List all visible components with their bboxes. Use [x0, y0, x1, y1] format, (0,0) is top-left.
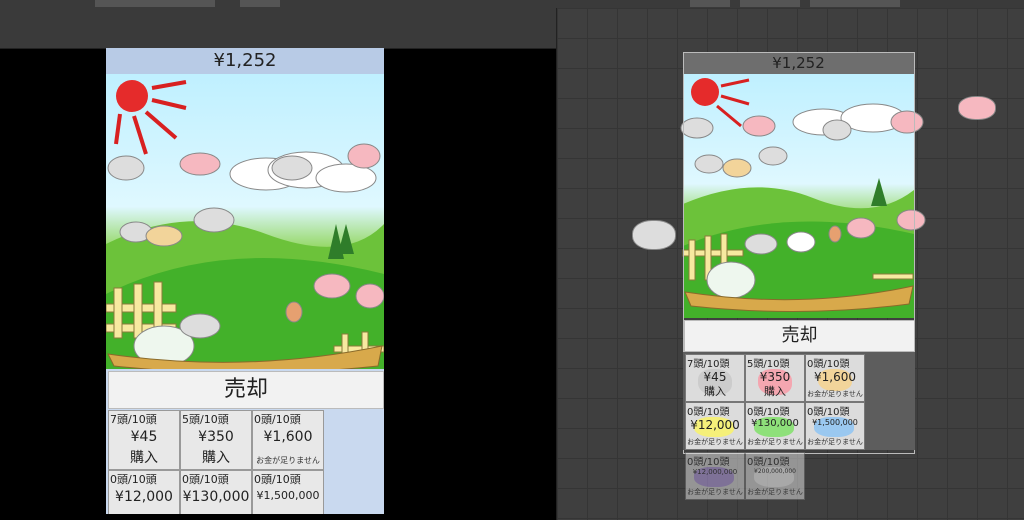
shop-item-price: ¥350: [198, 429, 234, 445]
shop-item-price: ¥1,600: [263, 429, 313, 445]
shop-item-price: ¥200,000,000: [754, 468, 796, 475]
scene-shop-item[interactable]: 7頭/10頭 ¥45 購入: [685, 354, 745, 402]
scene-shop-grid: 7頭/10頭 ¥45 購入 5頭/10頭 ¥350 購入 0頭/10頭 ¥1,6…: [683, 352, 915, 450]
money-display: ¥1,252: [106, 48, 384, 74]
shop-item-lemon-sheep[interactable]: 0頭/10頭 ¥12,000: [108, 470, 180, 514]
shop-item-price: ¥12,000: [690, 418, 740, 432]
pink-sheep-icon: [313, 273, 351, 299]
shop-item-price: ¥12,000,000: [692, 468, 738, 476]
shop-item-price: ¥12,000: [115, 489, 173, 505]
shop-item-count: 0頭/10頭: [687, 407, 730, 418]
toolbar-control[interactable]: [95, 0, 215, 7]
shop-item-pink-sheep[interactable]: 5頭/10頭 ¥350 購入: [180, 410, 252, 470]
shop-item-count: 0頭/10頭: [687, 457, 730, 468]
shop-item-action: お金が足りません: [807, 390, 863, 398]
dog-icon: [285, 301, 303, 323]
pasture-field[interactable]: [106, 74, 384, 369]
white-sheep-icon: [193, 207, 235, 233]
shop-item-action: お金が足りません: [687, 438, 743, 446]
white-sheep-icon: [107, 155, 145, 181]
scene-shop-item[interactable]: 5頭/10頭 ¥350 購入: [745, 354, 805, 402]
scene-shop-item[interactable]: 0頭/10頭 ¥12,000 お金が足りません: [685, 402, 745, 450]
shop-item-price: ¥1,500,000: [812, 418, 858, 427]
scene-shop-item-overflow[interactable]: 0頭/10頭 ¥200,000,000 お金が足りません: [745, 452, 805, 500]
shop-item-action: お金が足りません: [747, 438, 803, 446]
pink-sheep-icon: [347, 143, 381, 169]
tree-icon: [338, 224, 354, 254]
sun-icon: [116, 80, 148, 112]
scene-shop-item[interactable]: 0頭/10頭 ¥130,000 お金が足りません: [745, 402, 805, 450]
shop-item-price: ¥350: [759, 370, 791, 384]
shop-item-count: 0頭/10頭: [182, 473, 229, 486]
shop-item-count: 0頭/10頭: [747, 407, 790, 418]
shop-item-green-sheep[interactable]: 0頭/10頭 ¥130,000: [180, 470, 252, 514]
shop-item-count: 7頭/10頭: [110, 413, 157, 426]
pasture-illustration: [106, 80, 384, 369]
offscreen-pink-sheep-icon[interactable]: [958, 96, 996, 120]
shop-item-action: お金が足りません: [256, 456, 320, 465]
sell-button[interactable]: 売却: [108, 371, 384, 409]
shop-item-count: 0頭/10頭: [254, 473, 301, 486]
scene-shop-item-overflow[interactable]: 0頭/10頭 ¥12,000,000 お金が足りません: [685, 452, 745, 500]
yellow-sheep-icon: [145, 225, 183, 247]
shop-item-action: お金が足りません: [807, 438, 863, 446]
white-sheep-icon: [179, 313, 221, 339]
shop-item-count: 0頭/10頭: [807, 359, 850, 370]
shop-item-count: 7頭/10頭: [687, 359, 730, 370]
shop-item-action: 購入: [764, 385, 786, 398]
shop-item-price: ¥1,600: [814, 370, 856, 384]
shop-item-action: 購入: [202, 450, 230, 466]
pink-sheep-icon: [355, 283, 384, 309]
shop-item-count: 5頭/10頭: [747, 359, 790, 370]
game-view-header: [0, 8, 556, 49]
shop-item-price: ¥45: [703, 370, 727, 384]
shop-item-count: 5頭/10頭: [182, 413, 229, 426]
shop-item-count: 0頭/10頭: [254, 413, 301, 426]
toolbar-control[interactable]: [810, 0, 900, 7]
shop-item-action: 購入: [130, 450, 158, 466]
shop-item-count: 0頭/10頭: [807, 407, 850, 418]
scene-shop-item[interactable]: 0頭/10頭 ¥1,500,000 お金が足りません: [805, 402, 865, 450]
shop-item-white-sheep[interactable]: 7頭/10頭 ¥45 購入: [108, 410, 180, 470]
game-screen: ¥1,252 売却 7頭/10頭 ¥45 購入 5頭/10頭 ¥350 購入 0…: [106, 48, 384, 514]
offscreen-white-sheep-icon[interactable]: [632, 220, 676, 250]
scene-shop-item[interactable]: 0頭/10頭 ¥1,600 お金が足りません: [805, 354, 865, 402]
shop-item-action: お金が足りません: [687, 488, 743, 496]
shop-item-price: ¥130,000: [751, 418, 799, 429]
toolbar-control[interactable]: [740, 0, 800, 7]
shop-grid: 7頭/10頭 ¥45 購入 5頭/10頭 ¥350 購入 0頭/10頭 ¥1,6…: [106, 410, 384, 514]
shop-item-blue-sheep[interactable]: 0頭/10頭 ¥1,500,000: [252, 470, 324, 514]
white-sheep-icon: [271, 155, 313, 181]
shop-item-count: 0頭/10頭: [747, 457, 790, 468]
toolbar-control[interactable]: [690, 0, 730, 7]
shop-item-yellow-sheep[interactable]: 0頭/10頭 ¥1,600 お金が足りません: [252, 410, 324, 470]
shop-item-count: 0頭/10頭: [110, 473, 157, 486]
shop-item-action: お金が足りません: [747, 488, 803, 496]
toolbar-control[interactable]: [240, 0, 280, 7]
scene-sell-button[interactable]: 売却: [684, 320, 915, 352]
shop-item-price: ¥130,000: [182, 489, 250, 505]
pink-sheep-icon: [179, 152, 221, 176]
shop-item-action: 購入: [704, 385, 726, 398]
shop-item-price: ¥45: [130, 429, 158, 445]
shop-item-price: ¥1,500,000: [256, 489, 320, 502]
